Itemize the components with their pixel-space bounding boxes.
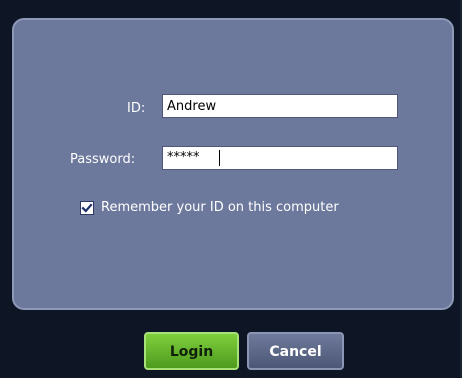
login-window: ID: Password: ***** Remember your ID on …	[0, 0, 465, 378]
password-masked-value: *****	[167, 150, 200, 165]
id-field[interactable]	[162, 94, 398, 118]
password-label: Password:	[70, 152, 136, 167]
dialog-background: ID: Password: ***** Remember your ID on …	[0, 0, 462, 378]
remember-label: Remember your ID on this computer	[101, 200, 339, 215]
text-caret	[219, 150, 220, 166]
remember-checkbox[interactable]	[80, 201, 94, 215]
login-button[interactable]: Login	[144, 332, 239, 370]
check-icon	[81, 203, 93, 213]
cancel-button[interactable]: Cancel	[247, 332, 344, 370]
id-label: ID:	[127, 101, 146, 116]
password-field[interactable]: *****	[162, 146, 398, 170]
